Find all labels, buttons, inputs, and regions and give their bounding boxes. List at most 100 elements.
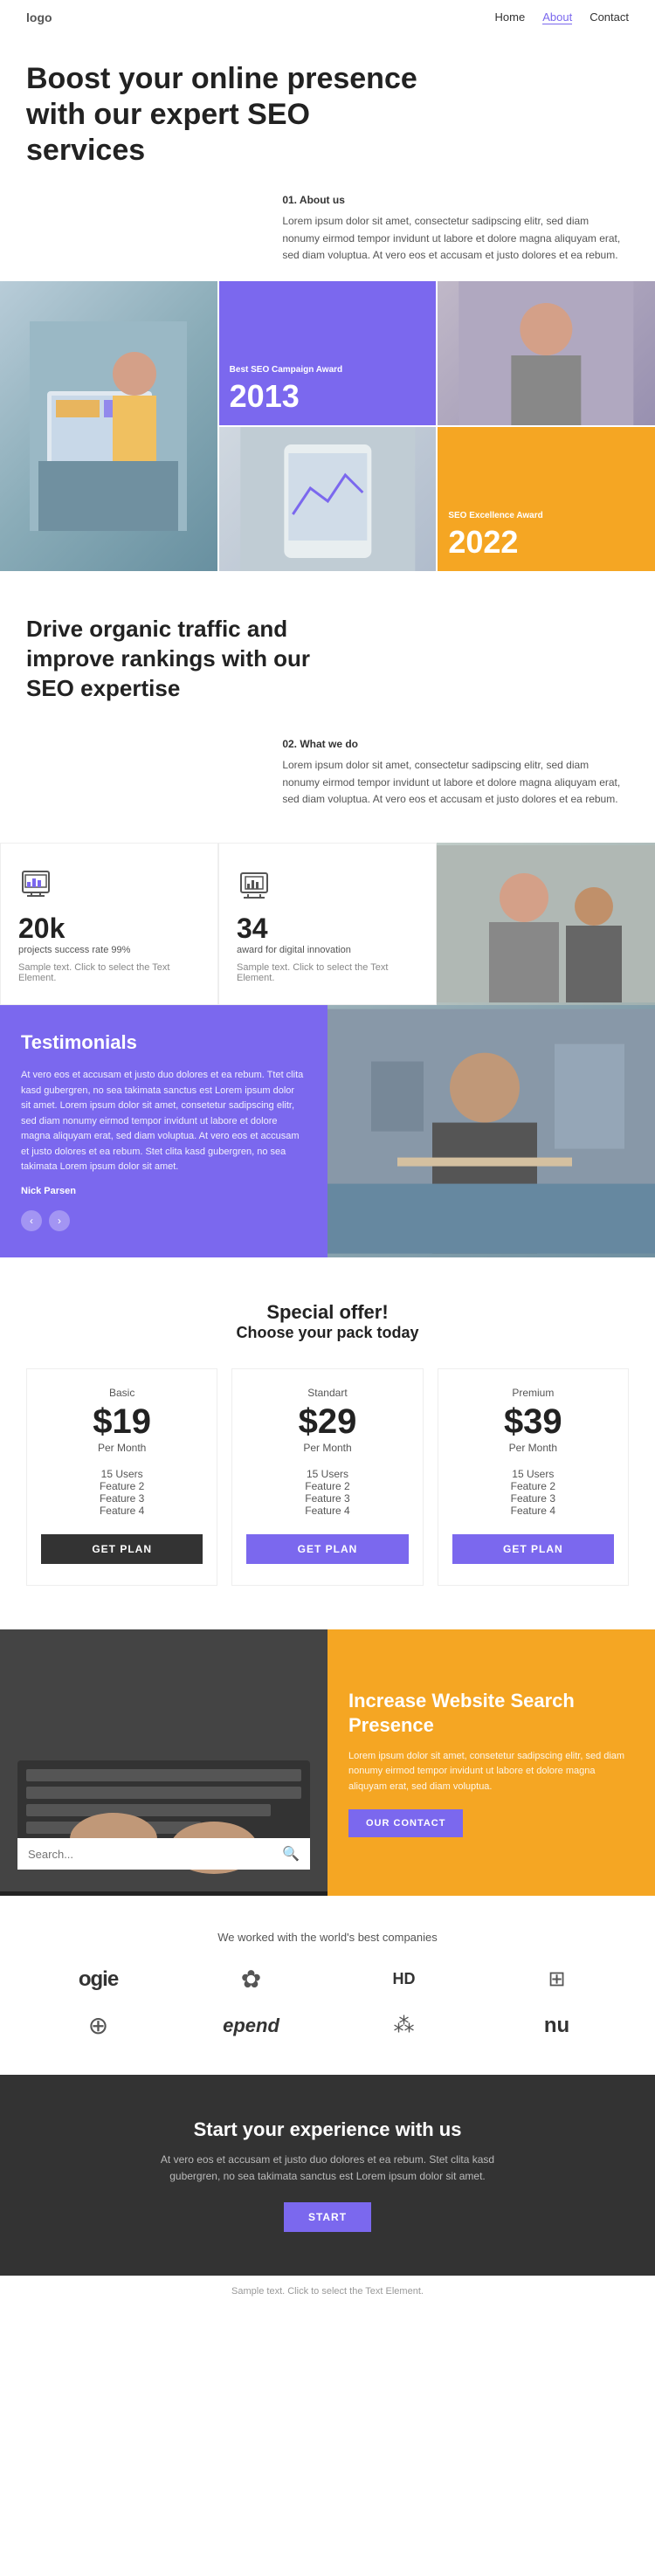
stat-number-1: 34	[237, 913, 418, 945]
start-button[interactable]: START	[284, 2202, 371, 2232]
award-2022-cell: SEO Excellence Award 2022	[438, 427, 655, 571]
image-grid: Best SEO Campaign Award 2013 SEO Excelle…	[0, 281, 655, 571]
partners-label: We worked with the world's best companie…	[26, 1931, 629, 1944]
special-offer-label: Special offer!	[26, 1301, 629, 1324]
partner-ogie: ogie	[79, 1967, 118, 1992]
nav-about[interactable]: About	[542, 10, 572, 24]
partners-section: We worked with the world's best companie…	[0, 1896, 655, 2075]
drive-headline: Drive organic traffic and improve rankin…	[26, 615, 358, 703]
stat-label-0: projects success rate 99%	[18, 945, 200, 955]
partner-grid-icon: ⊞	[548, 1966, 565, 1992]
testimonials-left: Testimonials At vero eos et accusam et j…	[0, 1005, 328, 1257]
plan-premium-features: 15 Users Feature 2 Feature 3 Feature 4	[452, 1468, 614, 1517]
about-text: Lorem ipsum dolor sit amet, consectetur …	[282, 213, 629, 264]
testimonials-author: Nick Parsen	[21, 1186, 307, 1196]
plan-standart-f1: 15 Users	[246, 1468, 408, 1480]
search-presence-right: Increase Website Search Presence Lorem i…	[328, 1629, 655, 1896]
nav-contact[interactable]: Contact	[590, 10, 629, 24]
plan-premium: Premium $39 Per Month 15 Users Feature 2…	[438, 1368, 629, 1586]
plan-standart-f4: Feature 4	[246, 1505, 408, 1517]
search-presence-section: 🔍 Increase Website Search Presence Lorem…	[0, 1629, 655, 1896]
woman-graphic	[30, 321, 187, 531]
testimonials-quote: At vero eos et accusam et justo duo dolo…	[21, 1068, 307, 1175]
pricing-grid: Basic $19 Per Month 15 Users Feature 2 F…	[26, 1368, 629, 1586]
search-input[interactable]	[28, 1848, 282, 1861]
plan-premium-f1: 15 Users	[452, 1468, 614, 1480]
plan-standart-f2: Feature 2	[246, 1480, 408, 1492]
testimonials-section: Testimonials At vero eos et accusam et j…	[0, 1005, 655, 1257]
plan-standart: Standart $29 Per Month 15 Users Feature …	[231, 1368, 423, 1586]
partner-flower: ✿	[241, 1965, 261, 1994]
our-contact-btn[interactable]: OUR CONTACT	[348, 1809, 463, 1837]
image-tablet	[219, 427, 437, 571]
award-2013-cell: Best SEO Campaign Award 2013	[219, 281, 437, 425]
about-right: 01. About us Lorem ipsum dolor sit amet,…	[273, 194, 629, 264]
plan-basic-btn[interactable]: GET PLAN	[41, 1534, 203, 1564]
award-2013-year: 2013	[230, 378, 426, 415]
stat-image-cell	[437, 843, 655, 1005]
stat-desc-0: Sample text. Click to select the Text El…	[18, 962, 200, 983]
what-text: Lorem ipsum dolor sit amet, consectetur …	[282, 757, 629, 808]
navigation: logo Home About Contact	[0, 0, 655, 35]
plan-premium-period: Per Month	[452, 1442, 614, 1454]
partner-nu: nu	[544, 2014, 569, 2038]
hero-headline: Boost your online presence with our expe…	[26, 61, 428, 168]
plan-premium-f3: Feature 3	[452, 1492, 614, 1505]
nav-links: Home About Contact	[495, 10, 629, 24]
image-business-woman	[438, 281, 655, 425]
plan-premium-btn[interactable]: GET PLAN	[452, 1534, 614, 1564]
cta-headline: Start your experience with us	[26, 2118, 629, 2141]
testimonials-title: Testimonials	[21, 1031, 307, 1054]
plan-basic-name: Basic	[41, 1387, 203, 1399]
search-presence-left: 🔍	[0, 1629, 328, 1896]
next-arrow[interactable]: ›	[49, 1210, 70, 1231]
footer-note-text: Sample text. Click to select the Text El…	[231, 2286, 424, 2297]
plan-basic-f4: Feature 4	[41, 1505, 203, 1517]
nav-home[interactable]: Home	[495, 10, 526, 24]
plan-standart-period: Per Month	[246, 1442, 408, 1454]
logo: logo	[26, 10, 52, 24]
stat-number-0: 20k	[18, 913, 200, 945]
pricing-subtitle: Choose your pack today	[26, 1324, 629, 1342]
plan-premium-f2: Feature 2	[452, 1480, 614, 1492]
plan-premium-name: Premium	[452, 1387, 614, 1399]
stat-card-0: 20k projects success rate 99% Sample tex…	[0, 843, 218, 1005]
what-section: 02. What we do Lorem ipsum dolor sit ame…	[0, 738, 655, 825]
partner-circle-icon: ⊕	[88, 2011, 108, 2040]
drive-section: Drive organic traffic and improve rankin…	[0, 571, 655, 738]
plan-basic-features: 15 Users Feature 2 Feature 3 Feature 4	[41, 1468, 203, 1517]
search-icon: 🔍	[282, 1845, 300, 1863]
award-2013-label: Best SEO Campaign Award	[230, 365, 426, 375]
plan-standart-name: Standart	[246, 1387, 408, 1399]
stat-desc-1: Sample text. Click to select the Text El…	[237, 962, 418, 983]
search-presence-headline: Increase Website Search Presence	[348, 1689, 634, 1739]
plan-basic: Basic $19 Per Month 15 Users Feature 2 F…	[26, 1368, 217, 1586]
image-woman	[0, 281, 217, 571]
stat-icon-1	[237, 864, 418, 906]
search-input-box: 🔍	[17, 1838, 310, 1870]
cta-text: At vero eos et accusam et justo duo dolo…	[153, 2152, 502, 2185]
search-presence-text: Lorem ipsum dolor sit amet, consetetur s…	[348, 1749, 634, 1795]
plan-standart-btn[interactable]: GET PLAN	[246, 1534, 408, 1564]
plan-basic-f2: Feature 2	[41, 1480, 203, 1492]
plan-basic-f3: Feature 3	[41, 1492, 203, 1505]
stats-row: 20k projects success rate 99% Sample tex…	[0, 843, 655, 1005]
award-2022-year: 2022	[448, 524, 645, 561]
partner-hd: HD	[393, 1970, 416, 1988]
partner-epend: epend	[223, 2015, 279, 2037]
plan-standart-features: 15 Users Feature 2 Feature 3 Feature 4	[246, 1468, 408, 1517]
testimonials-right	[328, 1005, 655, 1257]
plan-basic-f1: 15 Users	[41, 1468, 203, 1480]
hero-section: Boost your online presence with our expe…	[0, 35, 655, 185]
about-section: 01. About us Lorem ipsum dolor sit amet,…	[0, 185, 655, 281]
stat-label-1: award for digital innovation	[237, 945, 418, 955]
what-right: 02. What we do Lorem ipsum dolor sit ame…	[273, 738, 629, 808]
plan-basic-price: $19	[41, 1402, 203, 1442]
plan-standart-price: $29	[246, 1402, 408, 1442]
prev-arrow[interactable]: ‹	[21, 1210, 42, 1231]
what-section-label: 02. What we do	[282, 738, 629, 750]
stat-card-1: 34 award for digital innovation Sample t…	[218, 843, 437, 1005]
about-section-label: 01. About us	[282, 194, 629, 206]
plan-premium-price: $39	[452, 1402, 614, 1442]
pricing-section: Special offer! Choose your pack today Ba…	[0, 1257, 655, 1629]
